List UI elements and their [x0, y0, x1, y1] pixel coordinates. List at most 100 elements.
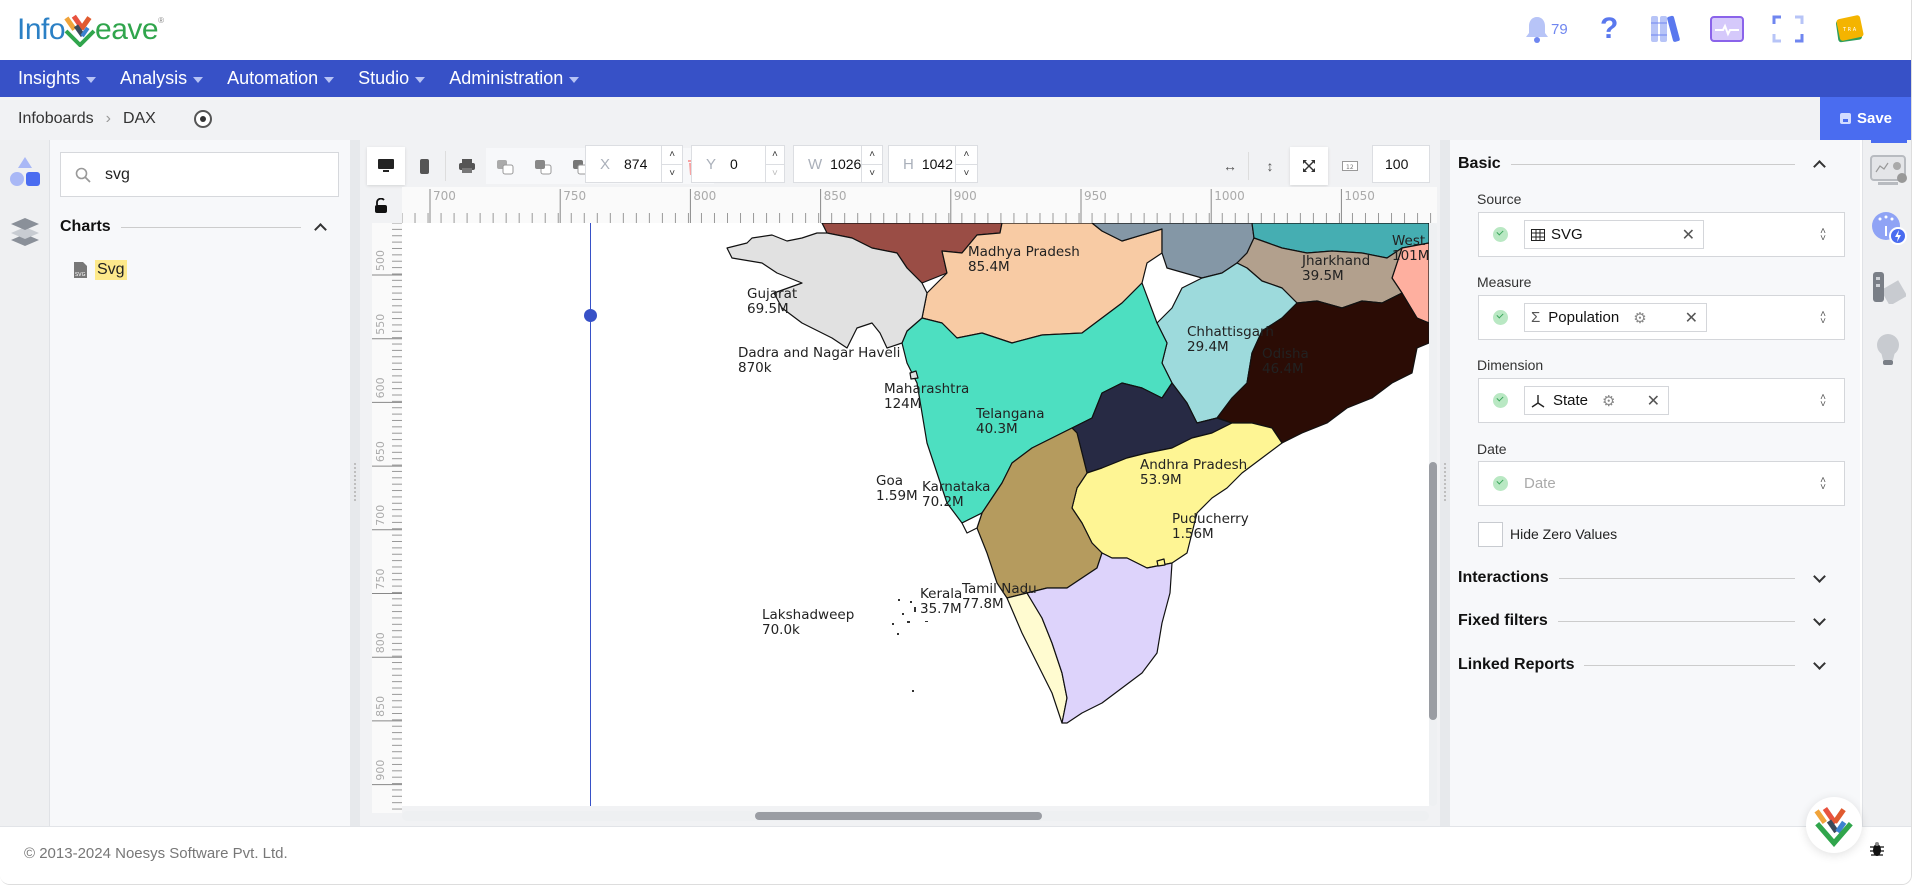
width-field[interactable]: W 1026 ˄ ˅: [793, 145, 883, 183]
chevron-up-icon[interactable]: [314, 222, 327, 236]
india-population-map[interactable]: Madhya Pradesh85.4M West Bengal101M Jharkh…: [402, 223, 1429, 806]
decrement-icon[interactable]: ˅: [862, 163, 882, 183]
report-bug-button[interactable]: [1870, 841, 1884, 862]
report-canvas[interactable]: Madhya Pradesh85.4M West Bengal101M Jharkh…: [402, 223, 1429, 806]
library-button[interactable]: [1650, 12, 1682, 46]
x-position-field[interactable]: X 874 ˄ ˅: [585, 145, 683, 183]
chart-settings-tab[interactable]: [1870, 154, 1907, 190]
select-arrows-icon[interactable]: ˄ ˅: [1820, 226, 1826, 243]
gear-icon[interactable]: ⚙: [1633, 309, 1646, 327]
print-button[interactable]: [448, 147, 486, 185]
send-backward-button[interactable]: [524, 148, 562, 186]
eye-icon[interactable]: [193, 109, 212, 128]
notifications-button[interactable]: 79: [1525, 12, 1568, 46]
w-value[interactable]: 1026: [830, 156, 861, 172]
dimension-field[interactable]: State ⚙ ✕ ˄ ˅: [1478, 378, 1845, 423]
guide-handle[interactable]: [584, 309, 597, 322]
h-value[interactable]: 1042: [922, 156, 955, 172]
source-chip[interactable]: SVG ✕: [1524, 220, 1704, 249]
y-value[interactable]: 0: [730, 156, 765, 172]
zoom-level-field[interactable]: 100: [1372, 145, 1430, 183]
layers-tab[interactable]: [9, 214, 41, 251]
properties-panel: Basic Source SVG ✕ ˄ ˅ Measure Σ Populati…: [1450, 140, 1860, 826]
components-tab[interactable]: [9, 156, 41, 193]
x-value[interactable]: 874: [624, 156, 661, 172]
region-dadra-and-nagar-haveli[interactable]: [909, 370, 919, 380]
measure-chip[interactable]: Σ Population ⚙ ✕: [1524, 303, 1707, 332]
scrollbar-thumb[interactable]: [1429, 462, 1437, 720]
fit-height-button[interactable]: ↕: [1252, 147, 1288, 185]
nav-insights[interactable]: Insights: [18, 68, 97, 89]
x-stepper[interactable]: ˄ ˅: [661, 146, 682, 182]
map-label-name: West Bengal: [1392, 233, 1429, 249]
actions-tab[interactable]: [1870, 210, 1907, 246]
left-splitter[interactable]: [350, 140, 360, 826]
select-arrows-icon[interactable]: ˄ ˅: [1820, 392, 1826, 409]
linked-reports-section-header[interactable]: Linked Reports: [1458, 654, 1838, 676]
chart-item-svg[interactable]: SVG Svg: [73, 260, 127, 280]
increment-icon[interactable]: ˄: [662, 146, 682, 164]
dimension-chip[interactable]: State ⚙ ✕: [1524, 386, 1669, 415]
decrement-icon[interactable]: ˅: [955, 163, 977, 183]
canvas-vertical-scrollbar[interactable]: [1429, 223, 1437, 806]
y-position-field[interactable]: Y 0 ˄ ˅: [691, 145, 785, 183]
measure-field[interactable]: Σ Population ⚙ ✕ ˄ ˅: [1478, 295, 1845, 340]
mobile-view-button[interactable]: [405, 147, 443, 185]
chevron-down-icon[interactable]: [1813, 569, 1826, 583]
nav-automation[interactable]: Automation: [227, 68, 335, 89]
select-arrows-icon[interactable]: ˄ ˅: [1820, 309, 1826, 326]
bring-forward-button[interactable]: [486, 148, 524, 186]
height-field[interactable]: H 1042 ˄ ˅: [888, 145, 978, 183]
drag-handle-icon[interactable]: [1443, 462, 1447, 502]
save-button[interactable]: Save: [1820, 97, 1911, 140]
decrement-icon[interactable]: ˅: [765, 163, 784, 183]
fit-width-button[interactable]: ↔: [1212, 147, 1248, 185]
infoweave-logo[interactable]: Info eave ®: [17, 10, 164, 50]
region-puducherry[interactable]: [1156, 558, 1166, 567]
gear-icon[interactable]: ⚙: [1602, 392, 1615, 410]
fixed-filters-section-header[interactable]: Fixed filters: [1458, 610, 1838, 632]
actual-size-button[interactable]: 12: [1332, 147, 1368, 185]
h-stepper[interactable]: ˄ ˅: [954, 146, 977, 183]
decrement-icon[interactable]: ˅: [662, 163, 682, 183]
increment-icon[interactable]: ˄: [766, 146, 784, 164]
ruler-lock-button[interactable]: [374, 197, 388, 219]
date-field[interactable]: Date ˄ ˅: [1478, 461, 1845, 506]
w-stepper[interactable]: ˄ ˅: [861, 146, 882, 182]
chevron-down-icon[interactable]: [1813, 612, 1826, 626]
remove-icon[interactable]: ✕: [1685, 308, 1698, 328]
basic-section-header[interactable]: Basic: [1458, 153, 1838, 175]
remove-icon[interactable]: ✕: [1647, 391, 1660, 411]
select-arrows-icon[interactable]: ˄ ˅: [1820, 475, 1826, 492]
source-field[interactable]: SVG ✕ ˄ ˅: [1478, 212, 1845, 257]
y-stepper[interactable]: ˄ ˅: [764, 146, 784, 183]
breadcrumb-infoboards[interactable]: Infoboards: [18, 110, 94, 128]
chevron-up-icon[interactable]: [1813, 159, 1826, 173]
insights-tab[interactable]: [1870, 332, 1906, 368]
help-button[interactable]: ?: [1600, 12, 1618, 46]
drag-handle-icon[interactable]: [353, 462, 357, 502]
increment-icon[interactable]: ˄: [862, 146, 882, 164]
charts-section-header[interactable]: Charts: [60, 216, 339, 238]
component-search[interactable]: [60, 152, 339, 197]
fit-screen-button[interactable]: [1290, 147, 1328, 185]
interactions-section-header[interactable]: Interactions: [1458, 567, 1838, 589]
fullscreen-button[interactable]: [1772, 12, 1804, 46]
hide-zero-values-checkbox[interactable]: [1478, 522, 1503, 547]
monitor-button[interactable]: [1710, 12, 1744, 46]
increment-icon[interactable]: ˄: [956, 146, 977, 164]
chevron-down-icon[interactable]: [1813, 656, 1826, 670]
assistant-button[interactable]: [1806, 797, 1862, 853]
search-input[interactable]: [105, 165, 305, 184]
right-splitter[interactable]: [1440, 140, 1450, 826]
nav-administration[interactable]: Administration: [449, 68, 580, 89]
nav-analysis[interactable]: Analysis: [120, 68, 204, 89]
theme-tab[interactable]: [1870, 270, 1908, 306]
desktop-view-button[interactable]: [367, 147, 405, 185]
canvas-horizontal-scrollbar[interactable]: [402, 811, 1429, 821]
remove-icon[interactable]: ✕: [1682, 225, 1695, 245]
user-menu-button[interactable]: T R A: [1834, 12, 1864, 46]
zoom-value[interactable]: 100: [1385, 156, 1421, 172]
nav-studio[interactable]: Studio: [358, 68, 426, 89]
scrollbar-thumb[interactable]: [755, 812, 1042, 820]
